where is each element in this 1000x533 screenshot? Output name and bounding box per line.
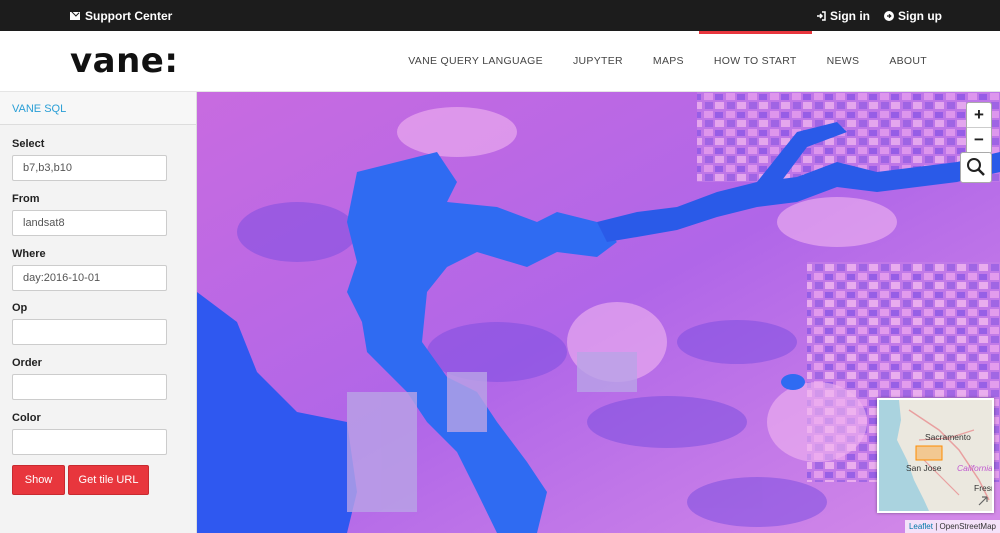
minimap-label-sacramento: Sacramento bbox=[925, 432, 971, 442]
top-bar: Support Center Sign in Sign up bbox=[0, 0, 1000, 31]
sign-up-icon bbox=[884, 11, 894, 21]
minimap-graphic bbox=[879, 400, 992, 511]
zoom-control: + − bbox=[966, 102, 992, 154]
main-menu: VANE QUERY LANGUAGE JUPYTER MAPS HOW TO … bbox=[393, 31, 942, 92]
order-field-group: Order bbox=[12, 357, 167, 400]
sign-in-label: Sign in bbox=[830, 9, 870, 23]
sign-in-link[interactable]: Sign in bbox=[816, 9, 870, 23]
main-navbar: vane: VANE QUERY LANGUAGE JUPYTER MAPS H… bbox=[0, 31, 1000, 92]
color-input[interactable] bbox=[12, 429, 167, 455]
map-attribution: Leaflet | OpenStreetMap bbox=[904, 520, 1000, 533]
op-field-group: Op bbox=[12, 302, 167, 345]
nav-item-jupyter[interactable]: JUPYTER bbox=[558, 31, 638, 92]
support-center-label: Support Center bbox=[85, 9, 173, 23]
nav-item-how-to-start[interactable]: HOW TO START bbox=[698, 31, 812, 92]
where-label: Where bbox=[12, 248, 46, 260]
envelope-icon bbox=[70, 12, 80, 20]
select-field-group: Select bbox=[12, 138, 167, 181]
sign-up-label: Sign up bbox=[898, 9, 942, 23]
get-tile-url-button[interactable]: Get tile URL bbox=[68, 465, 149, 495]
vane-logo[interactable]: vane: bbox=[70, 41, 178, 81]
search-icon bbox=[967, 158, 985, 176]
sign-up-link[interactable]: Sign up bbox=[884, 9, 942, 23]
from-input[interactable] bbox=[12, 210, 167, 236]
where-input[interactable] bbox=[12, 265, 167, 291]
map-search-button[interactable] bbox=[960, 152, 992, 183]
nav-item-maps[interactable]: MAPS bbox=[638, 31, 699, 92]
openstreetmap-link[interactable]: OpenStreetMap bbox=[940, 522, 996, 531]
minimap-label-fresno: Fresno bbox=[974, 483, 992, 493]
minimap-label-california: California bbox=[957, 463, 993, 473]
select-label: Select bbox=[12, 138, 45, 150]
support-center-link[interactable]: Support Center bbox=[70, 9, 172, 23]
nav-item-vane-query-language[interactable]: VANE QUERY LANGUAGE bbox=[393, 31, 558, 92]
from-label: From bbox=[12, 193, 40, 205]
order-input[interactable] bbox=[12, 374, 167, 400]
leaflet-link[interactable]: Leaflet bbox=[909, 522, 933, 531]
color-label: Color bbox=[12, 412, 41, 424]
where-field-group: Where bbox=[12, 248, 167, 291]
sign-in-icon bbox=[817, 11, 826, 21]
nav-item-news[interactable]: NEWS bbox=[812, 31, 875, 92]
op-input[interactable] bbox=[12, 319, 167, 345]
color-field-group: Color bbox=[12, 412, 167, 455]
satellite-map[interactable]: + − Sacramento San Jose California Fresn… bbox=[197, 92, 1000, 533]
zoom-out-button[interactable]: − bbox=[967, 128, 991, 153]
order-label: Order bbox=[12, 357, 42, 369]
show-button[interactable]: Show bbox=[12, 465, 65, 495]
vane-sql-tab[interactable]: VANE SQL bbox=[0, 92, 196, 125]
nav-item-about[interactable]: ABOUT bbox=[874, 31, 942, 92]
from-field-group: From bbox=[12, 193, 167, 236]
minimap-label-san-jose: San Jose bbox=[906, 463, 942, 473]
zoom-in-button[interactable]: + bbox=[967, 103, 991, 128]
select-input[interactable] bbox=[12, 155, 167, 181]
op-label: Op bbox=[12, 302, 28, 314]
overview-minimap[interactable]: Sacramento San Jose California Fresno bbox=[877, 398, 994, 513]
